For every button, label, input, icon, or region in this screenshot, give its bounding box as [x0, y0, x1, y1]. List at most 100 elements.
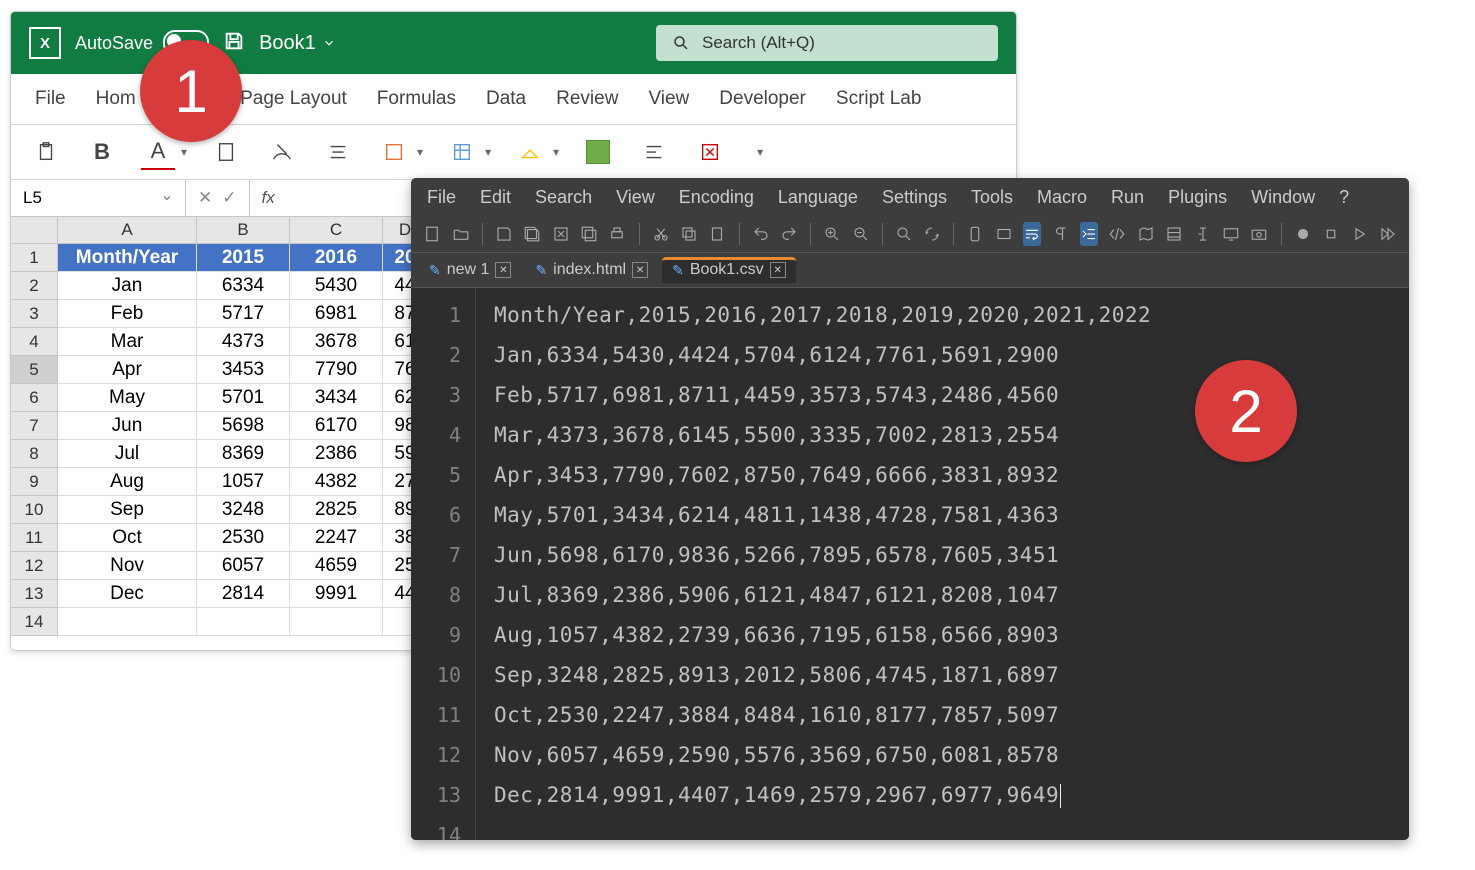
zoom-in-icon[interactable] — [823, 222, 841, 246]
cell[interactable]: 6981 — [290, 300, 383, 328]
cell[interactable]: 5698 — [197, 412, 290, 440]
cell[interactable]: 5430 — [290, 272, 383, 300]
cell[interactable]: 5717 — [197, 300, 290, 328]
row-header[interactable]: 11 — [11, 524, 58, 552]
cell[interactable]: Sep — [58, 496, 197, 524]
cell[interactable]: 2015 — [197, 244, 290, 272]
editor-tab[interactable]: ✎Book1.csv✕ — [662, 257, 796, 283]
ribbon-tab[interactable]: Page Layout — [240, 88, 347, 110]
row-header[interactable]: 14 — [11, 608, 58, 636]
cell[interactable]: 2386 — [290, 440, 383, 468]
close-tab-icon[interactable]: ✕ — [770, 262, 786, 278]
ribbon-tab[interactable]: Developer — [719, 88, 806, 110]
menu-item[interactable]: Macro — [1037, 187, 1087, 208]
cell[interactable]: 5701 — [197, 384, 290, 412]
menu-item[interactable]: ? — [1339, 187, 1349, 208]
function-icon[interactable] — [1193, 222, 1211, 246]
code-line[interactable]: Oct,2530,2247,3884,8484,1610,8177,7857,5… — [494, 695, 1391, 735]
indent-icon[interactable] — [1080, 222, 1098, 246]
row-header[interactable]: 12 — [11, 552, 58, 580]
chevron-down-icon[interactable]: ▾ — [181, 145, 187, 159]
cell[interactable]: 6057 — [197, 552, 290, 580]
cell[interactable]: Apr — [58, 356, 197, 384]
menu-item[interactable]: Tools — [971, 187, 1013, 208]
cell[interactable]: 2247 — [290, 524, 383, 552]
menu-item[interactable]: View — [616, 187, 655, 208]
column-header[interactable]: A — [58, 217, 197, 244]
code-line[interactable]: Nov,6057,4659,2590,5576,3569,6750,6081,8… — [494, 735, 1391, 775]
font-color-button[interactable]: A — [141, 134, 175, 170]
row-header[interactable]: 1 — [11, 244, 58, 272]
new-file-icon[interactable] — [423, 222, 441, 246]
device-icon[interactable] — [966, 222, 984, 246]
row-header[interactable]: 5 — [11, 356, 58, 384]
column-header[interactable]: B — [197, 217, 290, 244]
row-header[interactable]: 2 — [11, 272, 58, 300]
name-box[interactable]: L5 — [11, 180, 186, 216]
record-icon[interactable] — [1293, 222, 1311, 246]
cell[interactable]: Oct — [58, 524, 197, 552]
copy-icon[interactable] — [680, 222, 698, 246]
play-icon[interactable] — [1350, 222, 1368, 246]
cell[interactable]: Jan — [58, 272, 197, 300]
ribbon-tab[interactable]: Formulas — [377, 88, 456, 110]
row-header[interactable]: 8 — [11, 440, 58, 468]
number-format-button[interactable] — [377, 135, 411, 169]
cell[interactable]: 8369 — [197, 440, 290, 468]
cell[interactable]: 3248 — [197, 496, 290, 524]
cell[interactable]: 2530 — [197, 524, 290, 552]
menu-item[interactable]: Search — [535, 187, 592, 208]
fill-box[interactable] — [581, 135, 615, 169]
row-header[interactable]: 7 — [11, 412, 58, 440]
cell[interactable]: Mar — [58, 328, 197, 356]
table-button[interactable] — [445, 135, 479, 169]
zoom-out-icon[interactable] — [851, 222, 869, 246]
menu-item[interactable]: Window — [1251, 187, 1315, 208]
close-icon[interactable] — [551, 222, 569, 246]
editor-tab[interactable]: ✎new 1✕ — [419, 257, 521, 283]
monitor-icon[interactable] — [1222, 222, 1240, 246]
align-center-button[interactable] — [321, 135, 355, 169]
row-header[interactable]: 3 — [11, 300, 58, 328]
list-icon[interactable] — [1165, 222, 1183, 246]
camera-icon[interactable] — [1250, 222, 1268, 246]
cell[interactable]: 9991 — [290, 580, 383, 608]
cell[interactable]: Jun — [58, 412, 197, 440]
fast-forward-icon[interactable] — [1379, 222, 1397, 246]
code-line[interactable]: Dec,2814,9991,4407,1469,2579,2967,6977,9… — [494, 775, 1391, 815]
cell[interactable]: Month/Year — [58, 244, 197, 272]
cell[interactable]: 4373 — [197, 328, 290, 356]
fx-label[interactable]: fx — [250, 188, 275, 208]
replace-icon[interactable] — [923, 222, 941, 246]
fill-color-button[interactable] — [513, 135, 547, 169]
ribbon-tab[interactable]: Data — [486, 88, 526, 110]
cell[interactable]: 3453 — [197, 356, 290, 384]
menu-item[interactable]: Edit — [480, 187, 511, 208]
cell[interactable]: 3434 — [290, 384, 383, 412]
bold-button[interactable]: B — [85, 135, 119, 169]
column-header[interactable]: C — [290, 217, 383, 244]
menu-item[interactable]: File — [427, 187, 456, 208]
close-tab-icon[interactable]: ✕ — [495, 262, 511, 278]
save-icon[interactable] — [495, 222, 513, 246]
redo-icon[interactable] — [780, 222, 798, 246]
print-icon[interactable] — [608, 222, 626, 246]
close-tab-icon[interactable]: ✕ — [632, 262, 648, 278]
xml-icon[interactable] — [1108, 222, 1126, 246]
row-header[interactable]: 6 — [11, 384, 58, 412]
cell[interactable]: Feb — [58, 300, 197, 328]
save-all-icon[interactable] — [523, 222, 541, 246]
find-icon[interactable] — [895, 222, 913, 246]
cell[interactable]: 4659 — [290, 552, 383, 580]
row-header[interactable]: 10 — [11, 496, 58, 524]
code-line[interactable]: Jul,8369,2386,5906,6121,4847,6121,8208,1… — [494, 575, 1391, 615]
row-header[interactable]: 9 — [11, 468, 58, 496]
search-box[interactable]: Search (Alt+Q) — [656, 25, 998, 61]
cell[interactable]: 2814 — [197, 580, 290, 608]
ribbon-tab[interactable]: Review — [556, 88, 618, 110]
cell[interactable]: 2016 — [290, 244, 383, 272]
row-header[interactable]: 13 — [11, 580, 58, 608]
cell[interactable] — [197, 608, 290, 636]
cell[interactable]: 6334 — [197, 272, 290, 300]
row-header[interactable]: 4 — [11, 328, 58, 356]
